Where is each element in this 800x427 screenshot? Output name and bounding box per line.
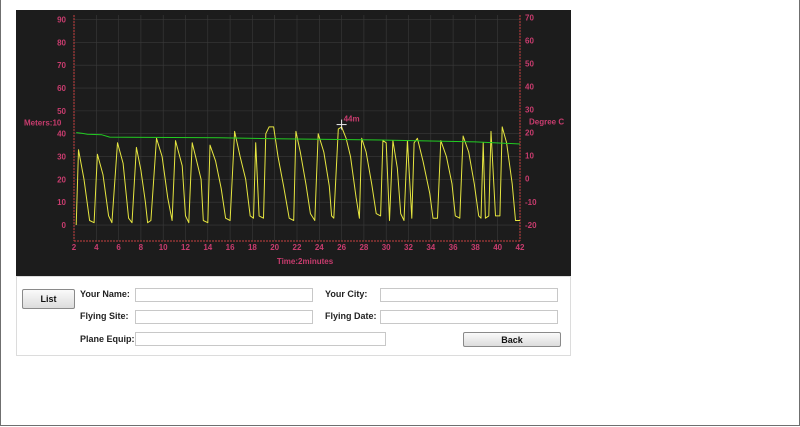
right-tick-label: 30 [525,106,534,115]
flight-info-form: List Your Name: Your City: Flying Site: … [16,276,571,356]
left-tick-label: 60 [57,84,66,93]
left-tick-label: 20 [57,175,66,184]
city-input[interactable] [380,288,558,302]
site-input[interactable] [135,310,313,324]
name-input[interactable] [135,288,313,302]
back-button[interactable]: Back [463,332,561,347]
x-tick-label: 38 [471,243,480,252]
right-tick-label: 20 [525,129,534,138]
x-tick-label: 34 [426,243,435,252]
left-tick-label: 90 [57,16,66,25]
equip-input[interactable] [135,332,386,346]
right-tick-label: 50 [525,59,534,68]
right-tick-label: -20 [525,221,537,230]
x-tick-label: 8 [139,243,144,252]
right-tick-label: 0 [525,175,530,184]
left-tick-label: 0 [62,221,67,230]
x-axis-label: Time:2minutes [277,257,334,266]
right-tick-label: 10 [525,152,534,161]
site-label: Flying Site: [80,311,129,321]
left-tick-label: 40 [57,130,66,139]
left-tick-label: 70 [57,61,66,70]
right-tick-label: 60 [525,36,534,45]
left-tick-label: 50 [57,107,66,116]
x-tick-label: 36 [449,243,458,252]
left-axis-label: Meters:10 [24,119,62,128]
x-tick-label: 16 [226,243,235,252]
x-tick-label: 20 [270,243,279,252]
chart-canvas: 0 10 20 30 40 50 60 70 80 90 -20 -10 0 10 20 30 40 50 60 70… [24,13,564,266]
right-tick-label: -10 [525,198,537,207]
x-tick-label: 18 [248,243,257,252]
name-label: Your Name: [80,289,130,299]
right-tick-label: 40 [525,82,534,91]
x-tick-label: 14 [203,243,212,252]
x-tick-label: 2 [72,243,77,252]
date-label: Flying Date: [325,311,377,321]
x-tick-label: 30 [382,243,391,252]
list-button[interactable]: List [22,289,75,309]
city-label: Your City: [325,289,368,299]
x-tick-label: 10 [159,243,168,252]
x-tick-label: 6 [116,243,121,252]
x-tick-label: 12 [181,243,190,252]
left-tick-label: 10 [57,198,66,207]
x-tick-label: 42 [516,243,525,252]
right-axis-label: Degree C [529,118,564,127]
x-tick-label: 26 [337,243,346,252]
equip-label: Plane Equip: [80,334,135,344]
x-tick-label: 28 [359,243,368,252]
x-tick-label: 40 [493,243,502,252]
x-tick-label: 22 [293,243,302,252]
right-tick-label: 70 [525,13,534,22]
left-tick-label: 80 [57,38,66,47]
annotation-label: 44m [344,115,360,124]
altitude-chart: 0 10 20 30 40 50 60 70 80 90 -20 -10 0 10 20 30 40 50 60 70… [16,10,571,276]
left-tick-label: 30 [57,153,66,162]
x-tick-label: 32 [404,243,413,252]
x-tick-label: 24 [315,243,324,252]
date-input[interactable] [380,310,558,324]
x-tick-label: 4 [94,243,99,252]
